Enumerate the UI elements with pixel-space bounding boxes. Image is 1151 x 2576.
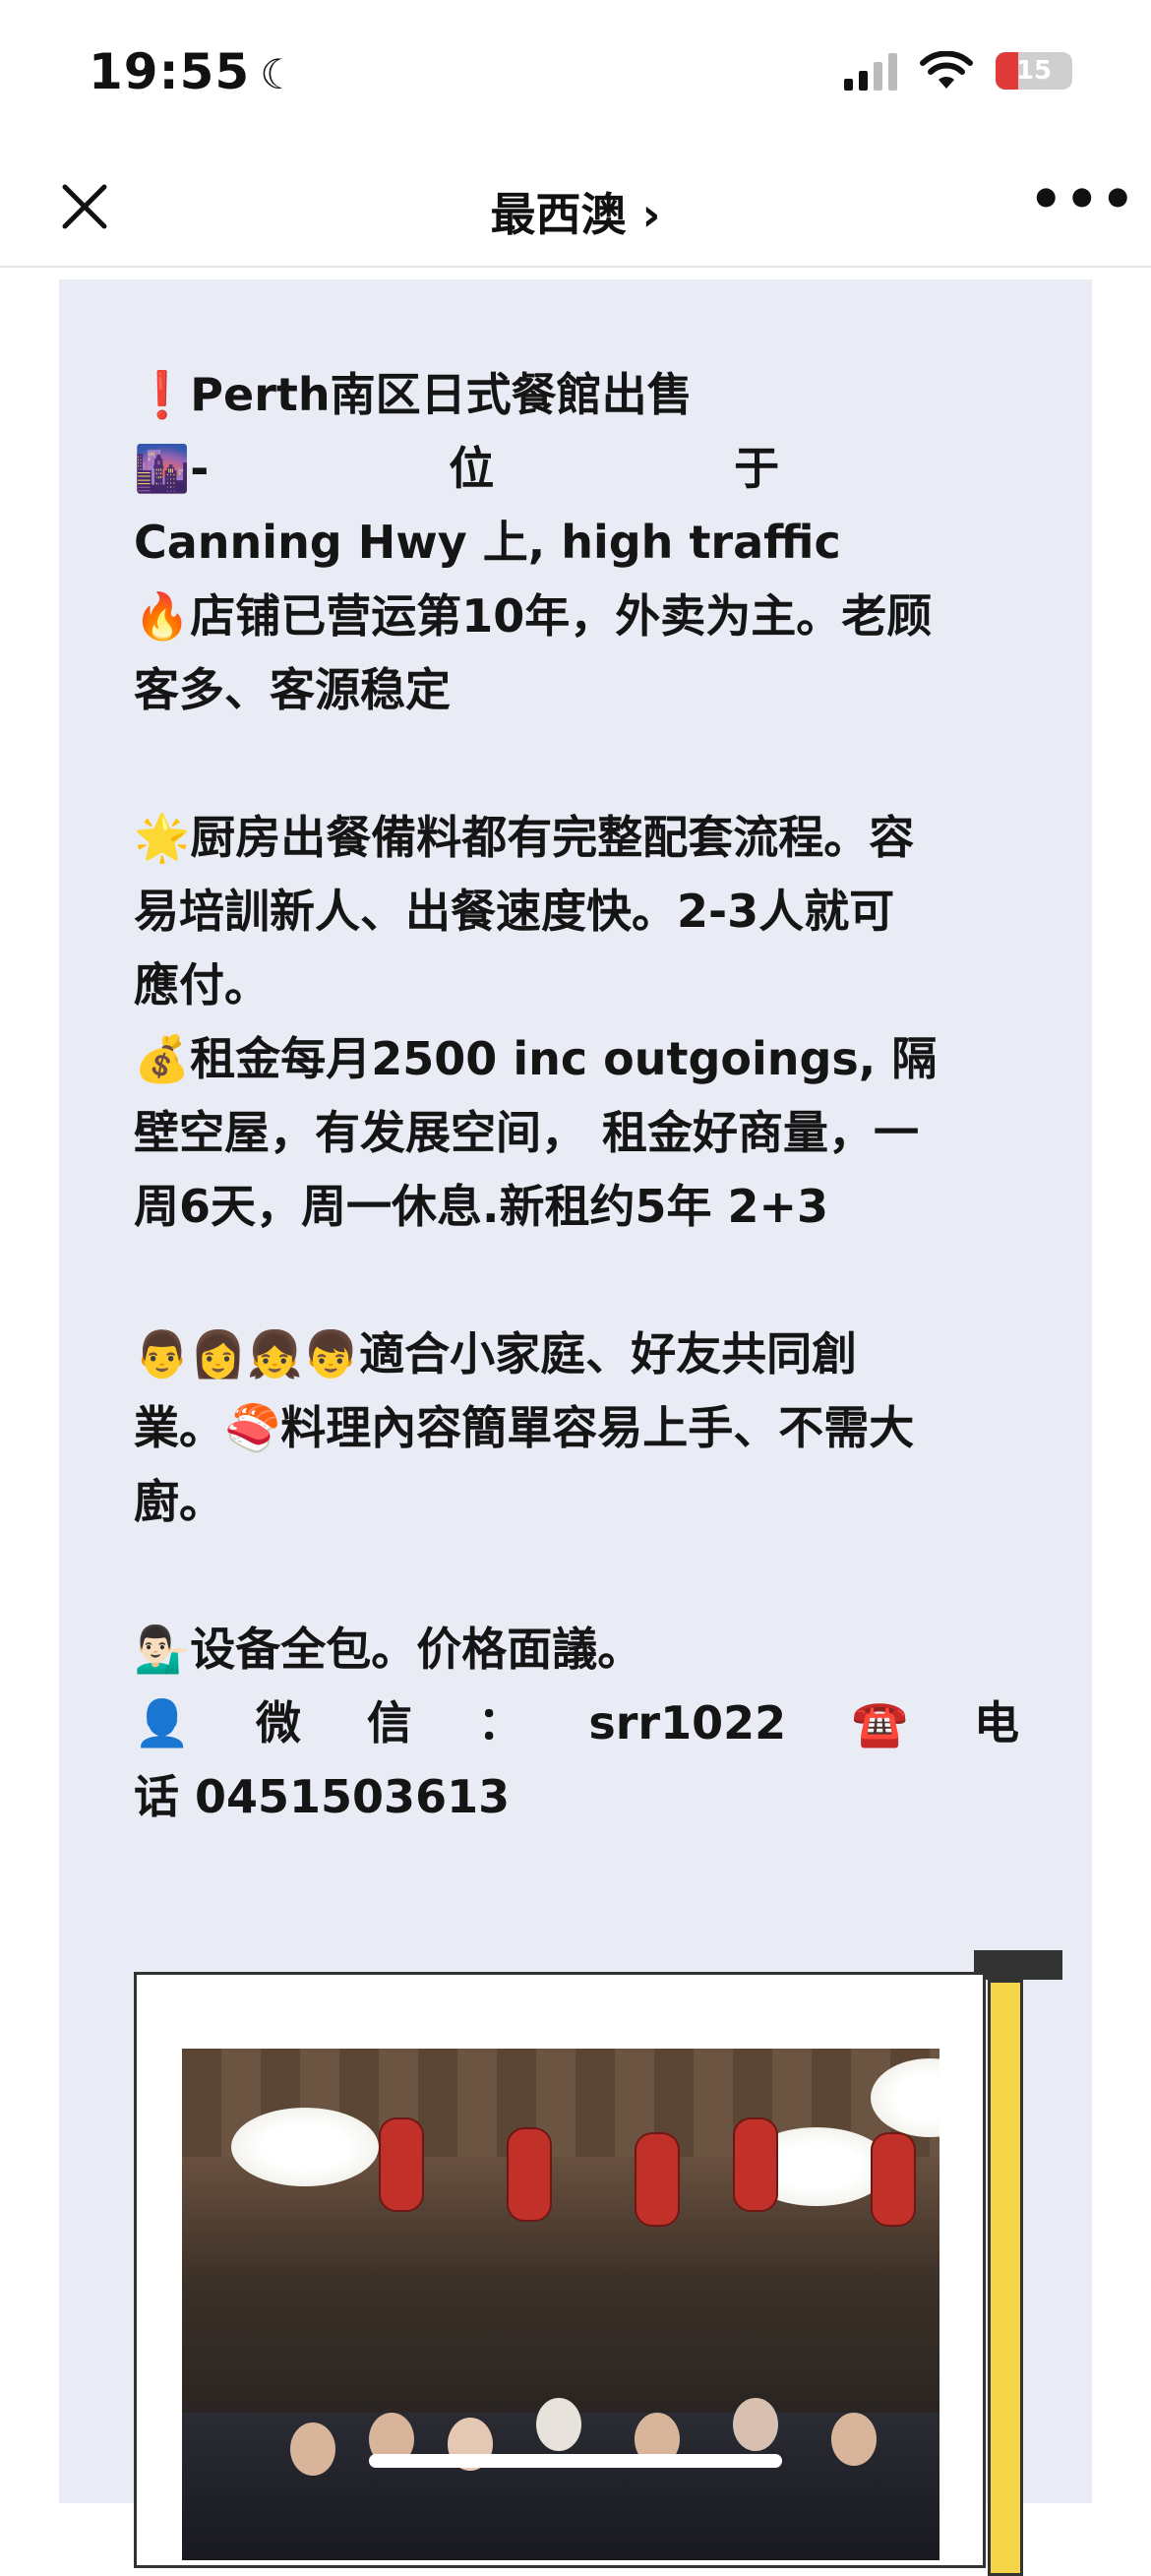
article-text: 电 (973, 1696, 1019, 1749)
telephone-icon: ☎️ (851, 1696, 909, 1749)
article-text: 位 (449, 442, 495, 495)
clock: 19:55 ☾ (89, 43, 298, 100)
status-bar: 19:55 ☾ 15 (0, 0, 1151, 148)
nav-bar: 最西澳 › ••• (0, 148, 1151, 268)
article-line: 💁🏻‍♂️设备全包。价格面議。 (134, 1623, 643, 1676)
person-icon: 👤 (134, 1696, 191, 1749)
article-line: 壁空屋，有发展空间， 租金好商量，一 (134, 1106, 920, 1159)
article-line: 话 0451503613 (134, 1770, 511, 1823)
status-indicators: 15 (844, 51, 1072, 91)
battery-icon: 15 (996, 52, 1072, 90)
article-line: 廚。 (134, 1475, 224, 1528)
account-title-link[interactable]: 最西澳 › (0, 179, 1151, 244)
clock-time: 19:55 (89, 43, 251, 100)
article-line: 👤 微 信 ： srr1022 ☎️ 电 (134, 1687, 1019, 1760)
article-line: 💰租金每月2500 inc outgoings, 隔 (134, 1032, 938, 1085)
frame-accent-decoration (988, 1980, 1023, 2576)
moon-icon: ☾ (260, 50, 298, 98)
article-line: 易培訓新人、出餐速度快。2-3人就可 (134, 885, 895, 938)
frame-tab-decoration (974, 1950, 1062, 1980)
cellular-signal-icon (844, 51, 897, 91)
article-line: 周6天，周一休息.新租约5年 2+3 (134, 1180, 829, 1233)
article-card: ❗️Perth南区日式餐館出售 🌆- 位 于 Canning Hwy 上, hi… (59, 279, 1092, 2576)
article-text: ： (477, 1696, 523, 1749)
article-line: 應付。 (134, 958, 270, 1012)
battery-level: 15 (1015, 56, 1053, 86)
article-text: 微 (256, 1696, 302, 1749)
wechat-id: srr1022 (588, 1696, 787, 1749)
article-line: 🌆- 位 于 (134, 432, 1019, 506)
article-text: 于 (734, 442, 780, 495)
photo-card (134, 1972, 986, 2568)
article-line: ❗️Perth南区日式餐館出售 (134, 368, 693, 421)
article-text: 🌆- (134, 442, 210, 495)
article-line: Canning Hwy 上, high traffic (134, 516, 841, 569)
more-options-button[interactable]: ••• (1029, 173, 1135, 234)
home-indicator[interactable] (369, 2454, 782, 2468)
article-line: 業。🍣料理內容簡單容易上手、不需大 (134, 1401, 915, 1454)
article-body: ❗️Perth南区日式餐館出售 🌆- 位 于 Canning Hwy 上, hi… (134, 358, 1019, 1834)
restaurant-photo[interactable] (182, 2049, 939, 2560)
article-text: 信 (366, 1696, 412, 1749)
article-line: 🌟厨房出餐備料都有完整配套流程。容 (134, 811, 915, 864)
article-line: 🔥店铺已营运第10年，外卖为主。老顾 (134, 589, 933, 643)
article-line: 👨👩👧👦適合小家庭、好友共同創 (134, 1327, 858, 1380)
wifi-icon (920, 51, 973, 89)
article-line: 客多、客源稳定 (134, 663, 451, 716)
